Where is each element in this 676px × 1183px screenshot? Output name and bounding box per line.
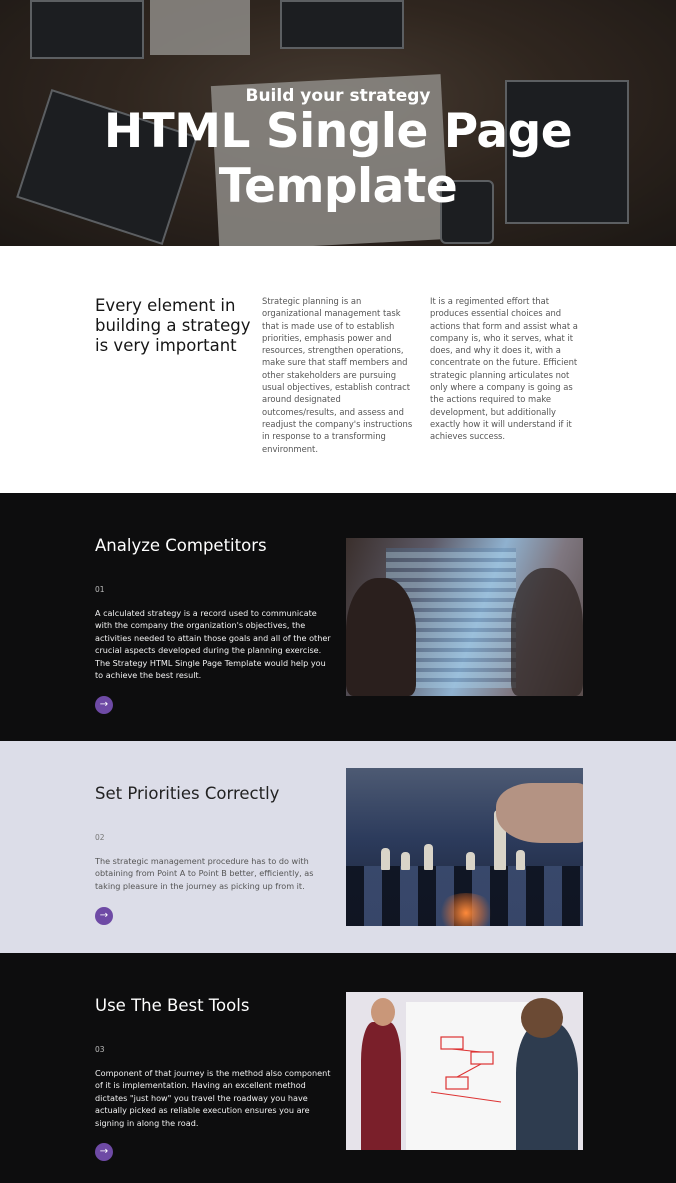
feature-set-priorities: Set Priorities Correctly 02 The strategi… bbox=[0, 741, 676, 953]
feature-title: Set Priorities Correctly bbox=[95, 784, 280, 803]
chess-piece-icon bbox=[424, 844, 433, 870]
chess-piece-icon bbox=[401, 852, 410, 870]
feature-best-tools: Use The Best Tools 03 Component of that … bbox=[0, 953, 676, 1183]
chess-piece-icon bbox=[466, 852, 475, 870]
image-person-head bbox=[521, 998, 563, 1038]
feature-number: 02 bbox=[95, 833, 105, 842]
chess-piece-icon bbox=[381, 848, 390, 870]
hero-title: HTML Single Page Template bbox=[103, 104, 573, 214]
image-light-glow bbox=[436, 893, 496, 926]
image-person-head bbox=[371, 998, 395, 1026]
feature-number: 03 bbox=[95, 1045, 105, 1054]
intro-heading: Every element in building a strategy is … bbox=[95, 296, 251, 355]
arrow-right-button[interactable]: → bbox=[95, 907, 113, 925]
image-person bbox=[511, 568, 583, 696]
feature-number: 01 bbox=[95, 585, 105, 594]
intro-paragraph-2: It is a regimented effort that produces … bbox=[430, 296, 578, 442]
arrow-right-button[interactable]: → bbox=[95, 696, 113, 714]
chess-piece-icon bbox=[516, 850, 525, 870]
arrow-right-button[interactable]: → bbox=[95, 1143, 113, 1161]
feature-image-whiteboard bbox=[346, 992, 583, 1150]
hero-subtitle: Build your strategy bbox=[245, 86, 431, 106]
feature-text: A calculated strategy is a record used t… bbox=[95, 608, 331, 681]
feature-text: The strategic management procedure has t… bbox=[95, 856, 314, 891]
whiteboard-diagram-icon bbox=[430, 1036, 502, 1103]
feature-analyze-competitors: Analyze Competitors 01 A calculated stra… bbox=[0, 493, 676, 741]
intro-section: Every element in building a strategy is … bbox=[0, 246, 676, 493]
image-hand bbox=[496, 783, 583, 843]
feature-image-team-board bbox=[346, 538, 583, 696]
feature-text: Component of that journey is the method … bbox=[95, 1068, 331, 1128]
page: Build your strategy HTML Single Page Tem… bbox=[0, 0, 676, 1183]
feature-title: Analyze Competitors bbox=[95, 536, 267, 555]
image-person bbox=[516, 1022, 578, 1150]
hero-banner: Build your strategy HTML Single Page Tem… bbox=[0, 0, 676, 246]
feature-image-chess bbox=[346, 768, 583, 926]
intro-paragraph-1: Strategic planning is an organizational … bbox=[262, 296, 413, 454]
image-person bbox=[346, 578, 416, 696]
feature-title: Use The Best Tools bbox=[95, 996, 250, 1015]
image-person bbox=[361, 1022, 401, 1150]
